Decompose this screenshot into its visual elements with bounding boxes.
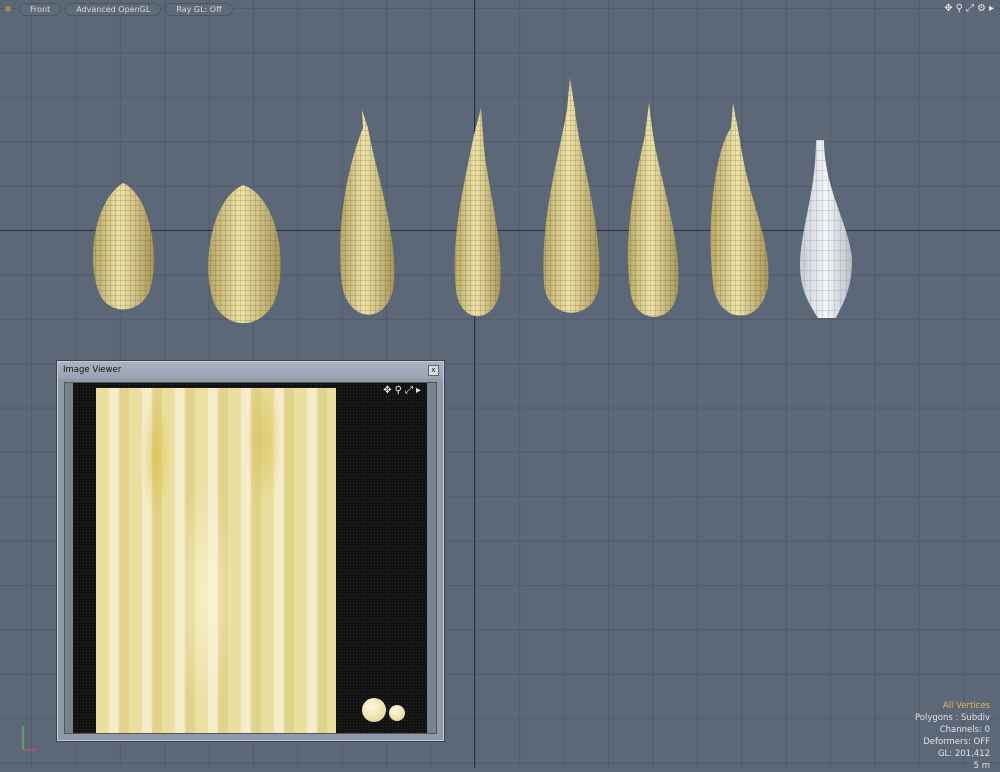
- seed-3[interactable]: [340, 110, 395, 315]
- seed-7[interactable]: [710, 103, 769, 316]
- viewport-nav-icons: ✥ ⚲ ⤢ ⚙ ▸: [944, 3, 994, 14]
- seed-5[interactable]: [543, 78, 600, 313]
- more-icon[interactable]: ▸: [416, 385, 421, 396]
- close-button[interactable]: x: [428, 365, 439, 376]
- viewport-stats: All Vertices Polygons : Subdiv Channels:…: [915, 700, 990, 772]
- move-icon[interactable]: ✥: [944, 3, 952, 14]
- selection-mode: All Vertices: [942, 701, 990, 711]
- view-front-button[interactable]: Front: [19, 2, 62, 16]
- ray-gl-button[interactable]: Ray GL: Off: [165, 2, 233, 16]
- image-viewer-window[interactable]: Image Viewer x ✥ ⚲ ⤢ ▸: [57, 361, 444, 741]
- seed-texture-image: [96, 388, 336, 733]
- zoom-icon[interactable]: ⚲: [395, 385, 402, 396]
- image-viewer-body: ✥ ⚲ ⤢ ▸: [64, 382, 437, 734]
- gl-stat: GL: 201,412: [937, 749, 990, 759]
- image-viewer-icons: ✥ ⚲ ⤢ ▸: [383, 385, 421, 396]
- more-icon[interactable]: ▸: [989, 3, 994, 14]
- texture-preview-sphere: [362, 698, 386, 722]
- shading-mode-button[interactable]: Advanced OpenGL: [65, 2, 162, 16]
- grid-scale: 5 m: [973, 761, 990, 771]
- image-viewer-titlebar[interactable]: Image Viewer x: [58, 362, 443, 379]
- seed-6[interactable]: [627, 103, 679, 317]
- viewport-menu-icon[interactable]: [5, 6, 11, 12]
- axis-gizmo-icon: [22, 726, 36, 751]
- image-canvas[interactable]: ✥ ⚲ ⤢ ▸: [73, 383, 427, 733]
- fit-icon[interactable]: ⤢: [405, 385, 413, 396]
- zoom-icon[interactable]: ⚲: [956, 3, 963, 14]
- seed-1[interactable]: [93, 183, 154, 310]
- fit-icon[interactable]: ⤢: [966, 3, 974, 14]
- gear-icon[interactable]: ⚙: [977, 3, 986, 14]
- seed-2[interactable]: [208, 185, 281, 324]
- image-viewer-title: Image Viewer: [63, 365, 122, 375]
- viewport-toolbar: Front Advanced OpenGL Ray GL: Off: [0, 0, 233, 18]
- polygons-stat: Polygons : Subdiv: [914, 713, 990, 723]
- seed-4[interactable]: [454, 108, 501, 317]
- seed-wireframe-base[interactable]: [799, 140, 852, 318]
- deformers-stat: Deformers: OFF: [923, 737, 990, 747]
- channels-stat: Channels: 0: [939, 725, 990, 735]
- move-icon[interactable]: ✥: [383, 385, 391, 396]
- texture-preview-sphere-small: [389, 705, 405, 721]
